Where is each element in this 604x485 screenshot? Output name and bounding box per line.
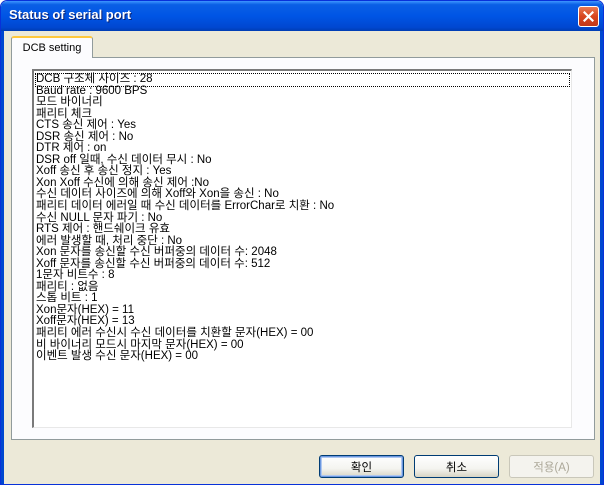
info-line: CTS 송신 제어 : Yes: [36, 119, 137, 132]
info-line: 패리티 : 없음: [36, 280, 99, 293]
apply-button[interactable]: 적용(A): [509, 455, 594, 478]
info-line: 모드 바이너리: [36, 96, 103, 109]
window-frame-left: [1, 31, 4, 484]
window-title: Status of serial port: [9, 7, 132, 22]
info-line: Xoff 문자를 송신할 수신 버퍼중의 데이터 수: 512: [36, 257, 271, 270]
tab-panel-dcb-setting: DCB 구조체 사이즈 : 28 Baud rate : 9600 BPS 모드…: [11, 57, 595, 440]
info-line: Baud rate : 9600 BPS: [36, 84, 148, 97]
info-line: 이벤트 발생 수신 문자(HEX) = 00: [36, 350, 199, 363]
ok-button[interactable]: 확인: [319, 455, 404, 478]
dcb-info-lines: DCB 구조체 사이즈 : 28 Baud rate : 9600 BPS 모드…: [35, 73, 570, 363]
info-line: DCB 구조체 사이즈 : 28: [35, 73, 570, 87]
dcb-info-textbox[interactable]: DCB 구조체 사이즈 : 28 Baud rate : 9600 BPS 모드…: [32, 69, 572, 428]
info-line: 1문자 비트수 : 8: [36, 269, 115, 282]
tab-dcb-setting[interactable]: DCB setting: [11, 36, 93, 58]
window-frame-right: [600, 31, 603, 484]
info-line: 패리티 에러 수신시 수신 데이터를 치환할 문자(HEX) = 00: [36, 327, 314, 340]
close-button[interactable]: [578, 6, 599, 27]
close-icon: [583, 11, 594, 22]
tab-label: DCB setting: [22, 42, 82, 54]
info-line: 패리티 데이터 에러일 때 수신 데이터를 ErrorChar로 치환 : No: [36, 200, 335, 213]
info-line: DSR 송신 제어 : No: [36, 130, 134, 143]
serial-status-dialog: Status of serial port DCB setting DCB 구조…: [0, 0, 604, 485]
info-line: RTS 제어 : 핸드쉐이크 유효: [36, 223, 170, 236]
cancel-button[interactable]: 취소: [414, 455, 499, 478]
title-bar[interactable]: Status of serial port: [1, 1, 603, 31]
